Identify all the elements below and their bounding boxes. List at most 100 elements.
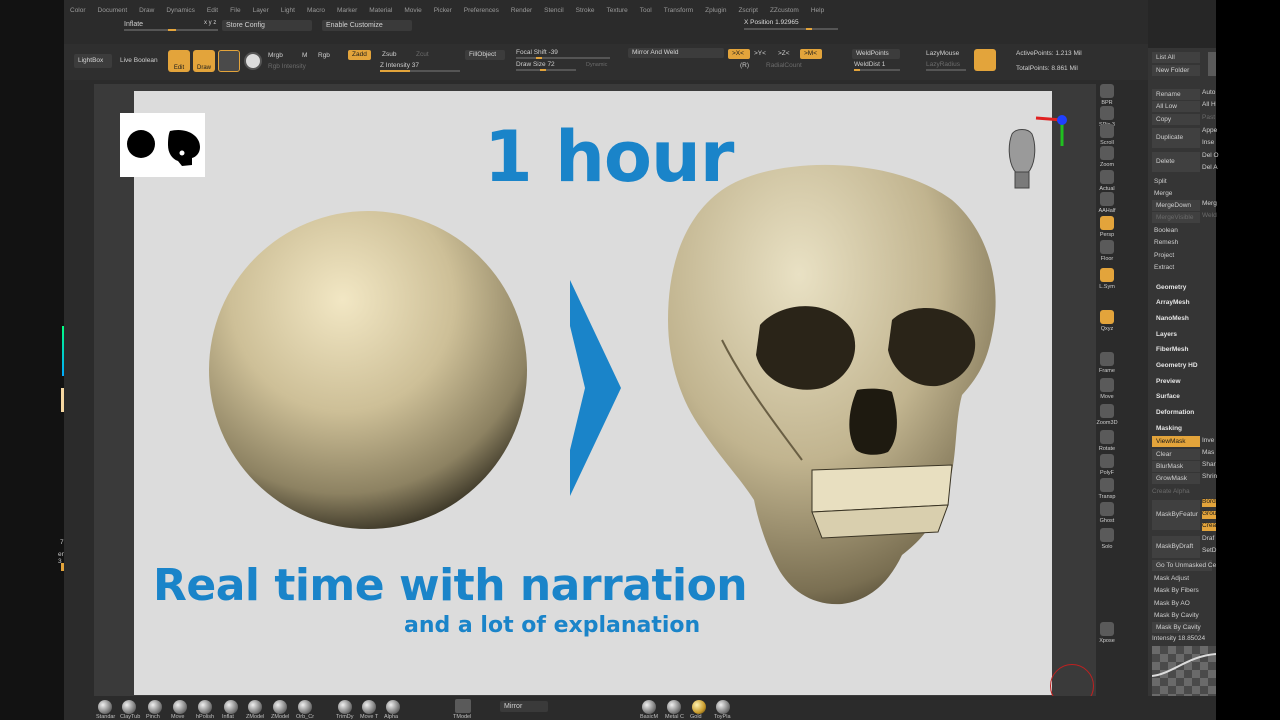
live-boolean-button[interactable]: Live Boolean [120,56,158,66]
menu-texture[interactable]: Texture [600,5,633,17]
brush-0-button[interactable] [98,700,112,714]
brush-11-button[interactable] [386,700,400,714]
brush-3-button[interactable] [173,700,187,714]
menu-zplugin[interactable]: Zplugin [699,5,732,17]
menu-dynamics[interactable]: Dynamics [160,5,201,17]
mask-adjust-button[interactable]: Mask Adjust [1154,573,1189,584]
menu-picker[interactable]: Picker [428,5,458,17]
sym-z-button[interactable]: >Z< [778,49,790,59]
insert-button[interactable]: Inse [1202,139,1214,146]
brush-4-button[interactable] [198,700,212,714]
x-position-label[interactable]: X Position 1.92965 [744,19,799,26]
store-config-button[interactable]: Store Config [222,20,312,31]
brush-9-button[interactable] [338,700,352,714]
menu-macro[interactable]: Macro [301,5,331,17]
enable-customize-button[interactable]: Enable Customize [322,20,412,31]
shelf-zoom3d-button[interactable]: Zoom3D [1096,402,1118,430]
lazy-mouse-button[interactable]: LazyMouse [926,49,959,59]
tray-section-geometry-hd[interactable]: Geometry HD [1156,362,1198,369]
go-to-unmasked-button[interactable]: Go To Unmasked Ce [1152,560,1216,571]
split-section[interactable]: Split [1154,176,1167,187]
menu-file[interactable]: File [224,5,246,17]
del-all-button[interactable]: Del A [1202,164,1218,171]
menu-stencil[interactable]: Stencil [538,5,570,17]
merge-similar-button[interactable]: Merg [1202,200,1217,207]
move-mode-button[interactable] [218,50,240,72]
brush-1-button[interactable] [122,700,136,714]
zcut-button[interactable]: Zcut [416,50,429,60]
menu-zscript[interactable]: Zscript [732,5,764,17]
menu-render[interactable]: Render [505,5,538,17]
brush-7-button[interactable] [273,700,287,714]
x-position-slider[interactable] [744,28,838,30]
sharpen-mask-button[interactable]: Shar [1202,461,1216,468]
inverse-button[interactable]: Inve [1202,437,1214,444]
menu-document[interactable]: Document [92,5,134,17]
menu-movie[interactable]: Movie [398,5,427,17]
material-2-button[interactable] [692,700,706,714]
tray-section-layers[interactable]: Layers [1156,331,1177,338]
menu-preferences[interactable]: Preferences [458,5,505,17]
mask-by-cavity-header[interactable]: Mask By Cavity [1154,610,1199,621]
mask-by-cavity-button[interactable]: Mask By Cavity [1152,622,1201,633]
mask-by-draft-button[interactable]: MaskByDraft [1152,536,1200,558]
mask-all-button[interactable]: Mas [1202,449,1214,456]
merge-visible-button[interactable]: MergeVisible [1152,212,1200,223]
extract-section[interactable]: Extract [1154,262,1174,273]
shrink-mask-button[interactable]: Shrin [1202,473,1217,480]
menu-tool[interactable]: Tool [634,5,658,17]
draft-button[interactable]: Draf [1202,535,1214,542]
edit-button[interactable]: Edit [168,50,190,72]
tray-section-geometry[interactable]: Geometry [1156,284,1186,291]
remesh-section[interactable]: Remesh [1154,237,1178,248]
rename-button[interactable]: Rename [1152,89,1200,100]
shelf-xpose-button[interactable]: Xpose [1096,620,1118,648]
m-button[interactable]: M [302,51,307,61]
rgb-button[interactable]: Rgb [318,51,330,61]
brush-10-button[interactable] [362,700,376,714]
boolean-section[interactable]: Boolean [1154,225,1178,236]
append-button[interactable]: Appe [1202,127,1217,134]
zsub-button[interactable]: Zsub [382,50,396,60]
fill-object-button[interactable]: FillObject [465,50,505,60]
shelf-frame-button[interactable]: Frame [1096,350,1118,378]
mrgb-button[interactable]: Mrgb [268,51,283,61]
menu-layer[interactable]: Layer [247,5,275,17]
shelf-move-button[interactable]: Move [1096,376,1118,404]
brush-5-button[interactable] [224,700,238,714]
clear-mask-button[interactable]: Clear [1152,449,1200,460]
brush-6-button[interactable] [248,700,262,714]
material-0-button[interactable] [642,700,656,714]
grow-mask-button[interactable]: GrowMask [1152,473,1200,484]
sym-x-button[interactable]: >X< [728,49,750,59]
new-folder-button[interactable]: New Folder [1152,65,1200,76]
brush-2-button[interactable] [148,700,162,714]
shelf-ghost-button[interactable]: Ghost [1096,500,1118,528]
radial-count-slider[interactable]: RadialCount [766,61,802,71]
duplicate-button[interactable]: Duplicate [1152,128,1200,148]
menu-stroke[interactable]: Stroke [570,5,601,17]
rgb-intensity-slider[interactable]: Rgb Intensity [268,62,306,72]
weld-points-button[interactable]: WeldPoints [852,49,900,59]
material-3-button[interactable] [716,700,730,714]
menu-material[interactable]: Material [363,5,398,17]
merge-down-button[interactable]: MergeDown [1152,200,1200,211]
list-all-button[interactable]: List All [1152,52,1200,63]
shelf-floor-button[interactable]: Floor [1096,238,1118,266]
draw-button[interactable]: Draw [193,50,215,72]
set-draft-button[interactable]: SetD [1202,547,1216,554]
tray-scrollbar[interactable] [1208,52,1216,76]
menu-edit[interactable]: Edit [201,5,224,17]
material-1-button[interactable] [667,700,681,714]
xyz-label[interactable]: x y z [204,20,216,26]
merge-section[interactable]: Merge [1154,188,1172,199]
copy-button[interactable]: Copy [1152,114,1200,125]
brush-8-button[interactable] [298,700,312,714]
lazy-snap-button[interactable] [974,49,996,71]
shelf-xyz-button[interactable]: Qxyz [1096,308,1118,336]
mirror-and-weld-button[interactable]: Mirror And Weld [628,48,724,58]
menu-transform[interactable]: Transform [658,5,699,17]
dynamic-button[interactable]: Dynamic [586,60,607,70]
create-alpha-button[interactable]: Create Alpha [1152,486,1190,497]
project-section[interactable]: Project [1154,250,1174,261]
